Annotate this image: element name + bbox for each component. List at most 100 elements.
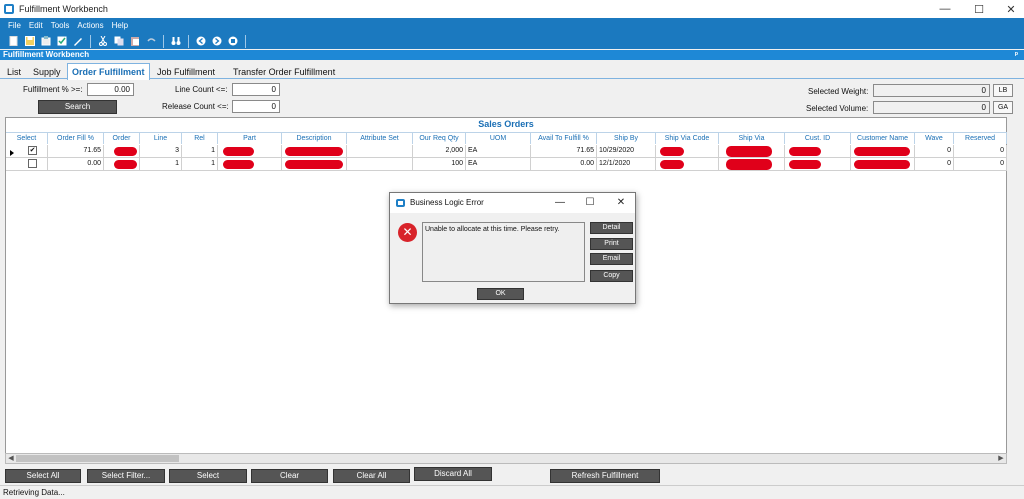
forward-icon[interactable]	[211, 36, 222, 47]
menu-edit[interactable]: Edit	[29, 21, 43, 30]
new-icon[interactable]	[8, 36, 19, 47]
cell-rel: 1	[182, 145, 218, 158]
maximize-button[interactable]: ☐	[962, 0, 996, 18]
col-uom[interactable]: UOM	[466, 132, 531, 144]
selected-volume-field: 0	[873, 101, 990, 114]
dialog-title: Business Logic Error	[410, 198, 484, 207]
dialog-close-button[interactable]: ✕	[614, 196, 628, 210]
clear-all-button[interactable]: Clear All	[333, 469, 410, 483]
check-icon[interactable]	[56, 36, 67, 47]
cell-uom: EA	[466, 158, 531, 171]
panel-header: Fulfillment Workbench ᵖ	[0, 50, 1024, 60]
cell-cust-id	[785, 145, 851, 158]
col-line[interactable]: Line	[140, 132, 182, 144]
col-wave[interactable]: Wave	[915, 132, 954, 144]
dialog-minimize-button[interactable]: —	[553, 196, 567, 210]
horizontal-scrollbar[interactable]: ◀ ▶	[5, 453, 1007, 464]
paste-icon[interactable]	[129, 36, 140, 47]
col-avail-to-fulfill[interactable]: Avail To Fulfill %	[531, 132, 597, 144]
ok-button[interactable]: OK	[477, 288, 524, 300]
back-icon[interactable]	[195, 36, 206, 47]
error-message: Unable to allocate at this time. Please …	[422, 222, 585, 282]
col-select[interactable]: Select	[6, 132, 48, 144]
line-count-input[interactable]: 0	[232, 83, 280, 96]
toolbar-separator	[163, 34, 164, 48]
menu-help[interactable]: Help	[112, 21, 128, 30]
col-customer-name[interactable]: Customer Name	[851, 132, 915, 144]
copy-icon[interactable]	[113, 36, 124, 47]
scroll-thumb[interactable]	[16, 455, 179, 462]
menu-bar: File Edit Tools Actions Help	[0, 18, 1024, 33]
select-all-button[interactable]: Select All	[5, 469, 81, 483]
undo-icon[interactable]	[145, 36, 156, 47]
tab-transfer-order-fulfillment[interactable]: Transfer Order Fulfillment	[233, 65, 335, 79]
tab-job-fulfillment[interactable]: Job Fulfillment	[157, 65, 215, 79]
cell-order-fill: 71.65	[48, 145, 104, 158]
row-select-checkbox[interactable]: ✔	[28, 146, 37, 155]
search-button[interactable]: Search	[38, 100, 117, 114]
cell-description	[282, 158, 347, 171]
minimize-button[interactable]: —	[928, 0, 962, 18]
cell-part	[218, 158, 282, 171]
binoculars-icon[interactable]	[170, 36, 181, 47]
cell-wave: 0	[915, 158, 954, 171]
select-button[interactable]: Select	[169, 469, 247, 483]
table-row[interactable]: ✔	[6, 145, 48, 158]
discard-all-button[interactable]: Discard All	[414, 467, 492, 481]
col-ship-via[interactable]: Ship Via	[719, 132, 785, 144]
col-description[interactable]: Description	[282, 132, 347, 144]
edit-icon[interactable]	[72, 36, 83, 47]
line-count-label: Line Count <=:	[175, 85, 228, 94]
release-count-input[interactable]: 0	[232, 100, 280, 113]
col-reserved[interactable]: Reserved	[954, 132, 1007, 144]
select-filter-button[interactable]: Select Filter...	[87, 469, 165, 483]
close-button[interactable]: ✕	[994, 0, 1024, 18]
pin-icon[interactable]: ᵖ	[1015, 50, 1018, 60]
clear-button[interactable]: Clear	[251, 469, 328, 483]
cut-icon[interactable]	[97, 36, 108, 47]
release-count-label: Release Count <=:	[162, 102, 229, 111]
menu-tools[interactable]: Tools	[51, 21, 70, 30]
table-row[interactable]	[6, 158, 48, 171]
col-cust-id[interactable]: Cust. ID	[785, 132, 851, 144]
cell-avail-to-fulfill: 0.00	[531, 158, 597, 171]
scroll-right-icon[interactable]: ▶	[996, 454, 1006, 463]
col-ship-by[interactable]: Ship By	[597, 132, 656, 144]
col-part[interactable]: Part	[218, 132, 282, 144]
stop-icon[interactable]	[227, 36, 238, 47]
copy-button[interactable]: Copy	[590, 270, 633, 282]
refresh-fulfillment-button[interactable]: Refresh Fulfillment	[550, 469, 660, 483]
cell-line: 3	[140, 145, 182, 158]
tab-supply[interactable]: Supply	[33, 65, 61, 79]
error-dialog: Business Logic Error — ☐ ✕ ✕ Unable to a…	[389, 192, 636, 304]
row-select-checkbox[interactable]	[28, 159, 37, 168]
col-order[interactable]: Order	[104, 132, 140, 144]
panel-title: Fulfillment Workbench	[3, 50, 90, 59]
col-rel[interactable]: Rel	[182, 132, 218, 144]
menu-actions[interactable]: Actions	[77, 21, 103, 30]
dialog-maximize-button[interactable]: ☐	[583, 196, 597, 210]
scroll-left-icon[interactable]: ◀	[6, 454, 16, 463]
cell-reserved: 0	[954, 158, 1007, 171]
tab-list[interactable]: List	[7, 65, 21, 79]
cell-ship-by: 12/1/2020	[597, 158, 656, 171]
cell-attribute-set	[347, 158, 413, 171]
col-order-fill[interactable]: Order Fill %	[48, 132, 104, 144]
detail-button[interactable]: Detail	[590, 222, 633, 234]
volume-unit-button[interactable]: GA	[993, 101, 1013, 114]
cell-cust-id	[785, 158, 851, 171]
cell-ship-by: 10/29/2020	[597, 145, 656, 158]
col-ship-via-code[interactable]: Ship Via Code	[656, 132, 719, 144]
tab-order-fulfillment[interactable]: Order Fulfillment	[67, 63, 150, 80]
fulfillment-input[interactable]: 0.00	[87, 83, 134, 96]
save-icon[interactable]	[24, 36, 35, 47]
print-button[interactable]: Print	[590, 238, 633, 250]
cell-customer-name	[851, 158, 915, 171]
menu-file[interactable]: File	[8, 21, 21, 30]
attach-icon[interactable]	[40, 36, 51, 47]
col-attribute-set[interactable]: Attribute Set	[347, 132, 413, 144]
col-our-req-qty[interactable]: Our Req Qty	[413, 132, 466, 144]
cell-order	[104, 145, 140, 158]
email-button[interactable]: Email	[590, 253, 633, 265]
weight-unit-button[interactable]: LB	[993, 84, 1013, 97]
